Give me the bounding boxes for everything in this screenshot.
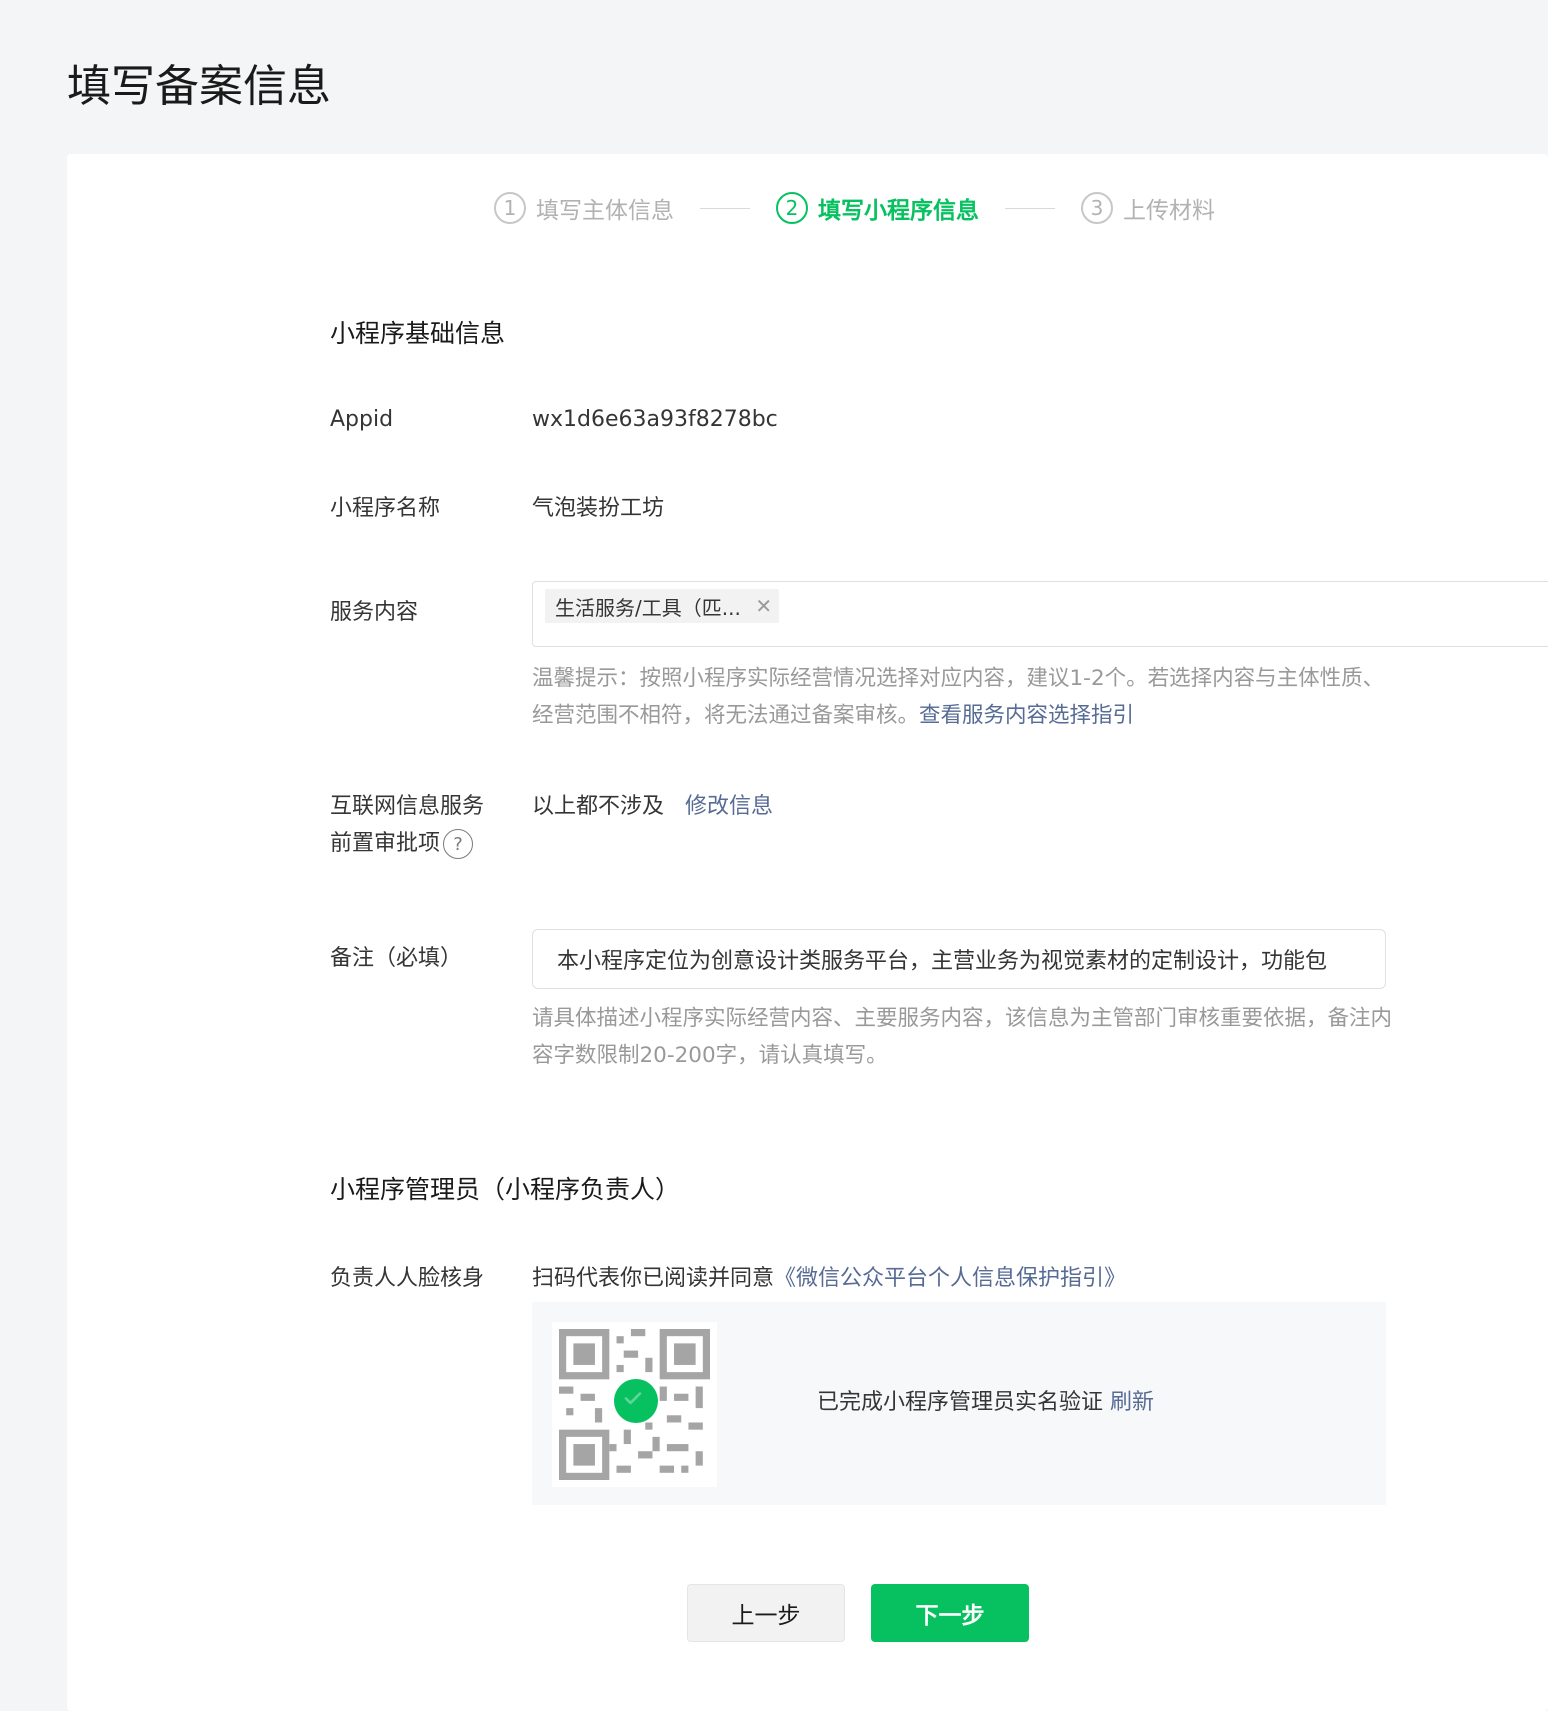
service-tip: 温馨提示：按照小程序实际经营情况选择对应内容，建议1-2个。若选择内容与主体性质… (532, 660, 1392, 734)
step-3-label: 上传材料 (1123, 198, 1215, 224)
verify-status-text: 已完成小程序管理员实名验证 (817, 1390, 1104, 1415)
step-1-label: 填写主体信息 (536, 198, 674, 224)
remark-tip: 请具体描述小程序实际经营内容、主要服务内容，该信息为主管部门审核重要依据，备注内… (532, 1006, 1393, 1068)
approval-label-line2: 前置审批项? (330, 825, 484, 862)
name-value: 气泡装扮工坊 (532, 496, 665, 521)
refresh-link[interactable]: 刷新 (1110, 1390, 1154, 1415)
step-indicator: 1 填写主体信息 2 填写小程序信息 3 上传材料 (494, 191, 1215, 225)
approval-label-line1: 互联网信息服务 (330, 794, 485, 819)
step-divider (700, 207, 750, 209)
next-step-button[interactable]: 下一步 (871, 1584, 1029, 1642)
step-2: 2 填写小程序信息 (776, 191, 979, 225)
service-tag: 生活服务/工具（匹... ✕ (545, 589, 779, 623)
basic-info-title: 小程序基础信息 (330, 319, 506, 348)
question-icon[interactable]: ? (443, 829, 474, 859)
step-3: 3 上传材料 (1081, 191, 1215, 225)
qr-code (552, 1322, 717, 1487)
step-1: 1 填写主体信息 (494, 191, 674, 225)
prev-step-button[interactable]: 上一步 (687, 1584, 845, 1642)
remark-input[interactable] (532, 929, 1386, 989)
name-label: 小程序名称 (330, 496, 441, 521)
service-guide-link[interactable]: 查看服务内容选择指引 (919, 703, 1134, 728)
step-divider (1005, 207, 1055, 209)
verify-status: 已完成小程序管理员实名验证 刷新 (817, 1384, 1154, 1416)
approval-label: 互联网信息服务 前置审批项? (330, 788, 484, 862)
admin-title: 小程序管理员（小程序负责人） (330, 1175, 681, 1204)
service-select[interactable]: 生活服务/工具（匹... ✕ ⌄ (532, 581, 1548, 647)
appid-value: wx1d6e63a93f8278bc (532, 407, 778, 432)
service-tag-label: 生活服务/工具（匹... (555, 595, 741, 620)
appid-label: Appid (330, 407, 394, 432)
remark-label: 备注（必填） (330, 946, 463, 971)
step-2-label: 填写小程序信息 (818, 198, 979, 224)
page-title: 填写备案信息 (67, 61, 331, 112)
check-circle-icon (614, 1379, 658, 1423)
close-icon[interactable]: ✕ (749, 589, 779, 623)
modify-info-link[interactable]: 修改信息 (685, 794, 773, 819)
approval-value: 以上都不涉及 修改信息 (532, 788, 773, 825)
step-2-number: 2 (776, 192, 808, 224)
step-1-number: 1 (494, 192, 526, 224)
qr-verify-panel: 已完成小程序管理员实名验证 刷新 (532, 1302, 1386, 1505)
privacy-guide-link[interactable]: 《微信公众平台个人信息保护指引》 (774, 1266, 1126, 1291)
agreement-line: 扫码代表你已阅读并同意《微信公众平台个人信息保护指引》 (532, 1260, 1126, 1297)
service-label: 服务内容 (330, 600, 419, 625)
face-verify-label: 负责人人脸核身 (330, 1266, 485, 1291)
approval-label-line2-text: 前置审批项 (330, 831, 441, 856)
step-3-number: 3 (1081, 192, 1113, 224)
approval-value-text: 以上都不涉及 (532, 794, 665, 819)
agreement-text: 扫码代表你已阅读并同意 (532, 1266, 775, 1291)
form-card: 1 填写主体信息 2 填写小程序信息 3 上传材料 小程序基础信息 Appid … (67, 154, 1548, 1711)
